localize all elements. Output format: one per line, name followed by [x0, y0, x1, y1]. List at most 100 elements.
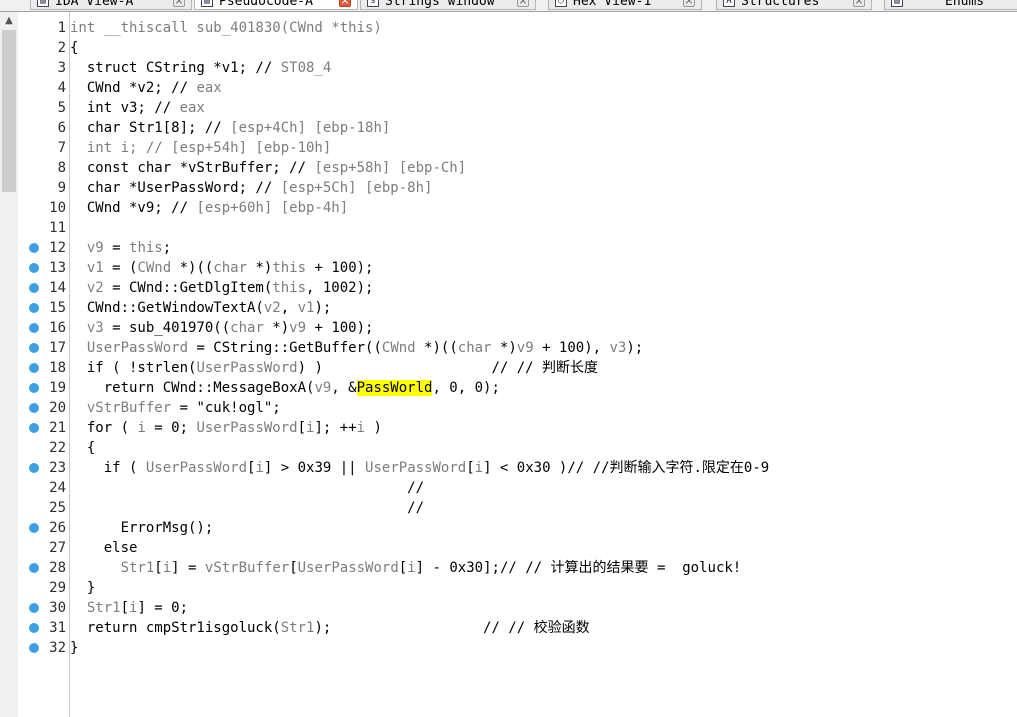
code-token: *)((: [415, 340, 458, 356]
tab-enums[interactable]: ▤ Enums: [884, 0, 1017, 10]
code-token: );: [626, 340, 644, 356]
code-line[interactable]: int v3; // eax: [70, 98, 205, 118]
code-token: {: [70, 40, 79, 56]
code-token: {: [70, 440, 96, 456]
code-token: [: [466, 460, 475, 476]
code-line[interactable]: //: [70, 478, 424, 498]
code-token: [esp+60h] [ebp-4h]: [196, 200, 349, 216]
breakpoint-dot-icon[interactable]: [29, 283, 39, 293]
breakpoint-dot-icon[interactable]: [29, 563, 39, 573]
tab-hex-view-1[interactable]: ○ Hex View-1 ×: [548, 0, 702, 10]
code-line[interactable]: {: [70, 38, 78, 58]
code-line[interactable]: {: [70, 438, 95, 458]
code-line[interactable]: Str1[i] = vStrBuffer[UserPassWord[i] - 0…: [70, 558, 742, 578]
breakpoint-dot-icon[interactable]: [29, 263, 39, 273]
breakpoint-dot-icon[interactable]: [29, 623, 39, 633]
scroll-up-icon[interactable]: ▲: [0, 12, 18, 29]
code-line[interactable]: struct CString *v1; // ST08_4: [70, 58, 331, 78]
close-icon[interactable]: ×: [339, 0, 351, 7]
code-token: i: [407, 560, 416, 576]
highlighted-token: PassWorld: [356, 380, 433, 396]
close-icon[interactable]: ×: [517, 0, 529, 7]
code-line[interactable]: ErrorMsg();: [70, 518, 214, 538]
hex-view-icon: ○: [555, 0, 567, 7]
close-icon[interactable]: ×: [853, 0, 865, 7]
code-token: vStrBuffer: [204, 560, 290, 576]
code-token: ErrorMsg();: [70, 520, 214, 536]
code-line[interactable]: else: [70, 538, 138, 558]
code-token: if (: [70, 460, 146, 476]
code-token: UserPassWord: [145, 460, 248, 476]
code-line[interactable]: if ( UserPassWord[i] > 0x39 || UserPassW…: [70, 458, 770, 478]
code-token: vStrBuffer: [70, 400, 172, 416]
tab-strings-window[interactable]: s Strings window ×: [360, 0, 536, 10]
tab-ida-view-a[interactable]: ▤ IDA View-A ×: [30, 0, 192, 10]
code-line[interactable]: char Str1[8]; // [esp+4Ch] [ebp-18h]: [70, 118, 390, 138]
breakpoint-dot-icon[interactable]: [29, 343, 39, 353]
breakpoint-dot-icon[interactable]: [29, 463, 39, 473]
code-line[interactable]: const char *vStrBuffer; // [esp+58h] [eb…: [70, 158, 466, 178]
code-line[interactable]: CWnd *v9; // [esp+60h] [ebp-4h]: [70, 198, 348, 218]
code-line[interactable]: CWnd::GetWindowTextA(v2, v1);: [70, 298, 331, 318]
close-icon[interactable]: ×: [683, 0, 695, 7]
code-token: v2: [70, 280, 104, 296]
code-token: i: [137, 420, 146, 436]
code-line[interactable]: int __thiscall sub_401830(CWnd *this): [70, 18, 382, 38]
breakpoint-dot-icon[interactable]: [29, 423, 39, 433]
code-line[interactable]: if ( !strlen(UserPassWord) ) // // 判断长度: [70, 358, 598, 378]
code-token: *): [491, 340, 517, 356]
code-token: i: [255, 460, 264, 476]
close-icon[interactable]: ×: [173, 0, 185, 7]
code-line[interactable]: v1 = (CWnd *)((char *)this + 100);: [70, 258, 374, 278]
code-line[interactable]: char *UserPassWord; // [esp+5Ch] [ebp-8h…: [70, 178, 433, 198]
code-line[interactable]: UserPassWord = CString::GetBuffer((CWnd …: [70, 338, 643, 358]
line-number: 6: [57, 120, 66, 136]
line-number: 28: [49, 560, 66, 576]
code-line[interactable]: }: [70, 638, 78, 658]
code-token: int i; // [esp+54h] [ebp-10h]: [70, 140, 332, 156]
breakpoint-dot-icon[interactable]: [29, 603, 39, 613]
code-token: = "cuk!ogl";: [171, 400, 281, 416]
tab-pseudocode-a[interactable]: ▤ Pseudocode-A ×: [194, 0, 358, 10]
code-line[interactable]: vStrBuffer = "cuk!ogl";: [70, 398, 281, 418]
code-token: //: [70, 500, 425, 516]
code-line[interactable]: v3 = sub_401970((char *)v9 + 100);: [70, 318, 374, 338]
scrollbar-thumb[interactable]: [2, 30, 16, 192]
vertical-scrollbar[interactable]: ▲: [0, 12, 19, 717]
breakpoint-dot-icon[interactable]: [29, 323, 39, 333]
code-token: v9: [314, 380, 332, 396]
code-line[interactable]: CWnd *v2; // eax: [70, 78, 222, 98]
line-number: 14: [49, 280, 66, 296]
code-line[interactable]: }: [70, 578, 95, 598]
tab-bar: ▤ IDA View-A × ▤ Pseudocode-A × s String…: [0, 0, 1017, 12]
tab-structures[interactable]: A Structures ×: [716, 0, 872, 10]
line-number: 15: [49, 300, 66, 316]
breakpoint-dot-icon[interactable]: [29, 523, 39, 533]
breakpoint-dot-icon[interactable]: [29, 363, 39, 373]
breakpoint-dot-icon[interactable]: [29, 383, 39, 393]
breakpoint-dot-icon[interactable]: [29, 243, 39, 253]
breakpoint-dot-icon[interactable]: [29, 403, 39, 413]
code-token: ) ) // // 判断长度: [297, 360, 599, 376]
code-line[interactable]: for ( i = 0; UserPassWord[i]; ++i ): [70, 418, 382, 438]
code-token: i: [474, 460, 484, 476]
code-token: ;: [162, 240, 172, 256]
code-token: return cmpStr1isgoluck(: [70, 620, 281, 636]
code-token: [esp+5Ch] [ebp-8h]: [280, 180, 433, 196]
code-token: = CString::GetBuffer((: [188, 340, 382, 356]
code-line[interactable]: Str1[i] = 0;: [70, 598, 188, 618]
code-line[interactable]: return cmpStr1isgoluck(Str1); // // 校验函数: [70, 618, 590, 638]
breakpoint-dot-icon[interactable]: [29, 643, 39, 653]
code-token: [: [120, 600, 130, 616]
code-token: [: [289, 560, 298, 576]
code-line[interactable]: v9 = this;: [70, 238, 171, 258]
code-line[interactable]: int i; // [esp+54h] [ebp-10h]: [70, 138, 331, 158]
code-line[interactable]: v2 = CWnd::GetDlgItem(this, 1002);: [70, 278, 374, 298]
code-token: ] < 0x30 )// //判断输入字符.限定在0-9: [483, 460, 770, 476]
breakpoint-dot-icon[interactable]: [29, 303, 39, 313]
code-line[interactable]: return CWnd::MessageBoxA(v9, &PassWorld,…: [70, 378, 500, 398]
code-token: i: [356, 420, 366, 436]
code-token: v9: [289, 320, 307, 336]
code-line[interactable]: //: [70, 498, 424, 518]
pseudocode-editor[interactable]: int __thiscall sub_401830(CWnd *this) { s…: [70, 12, 1017, 717]
